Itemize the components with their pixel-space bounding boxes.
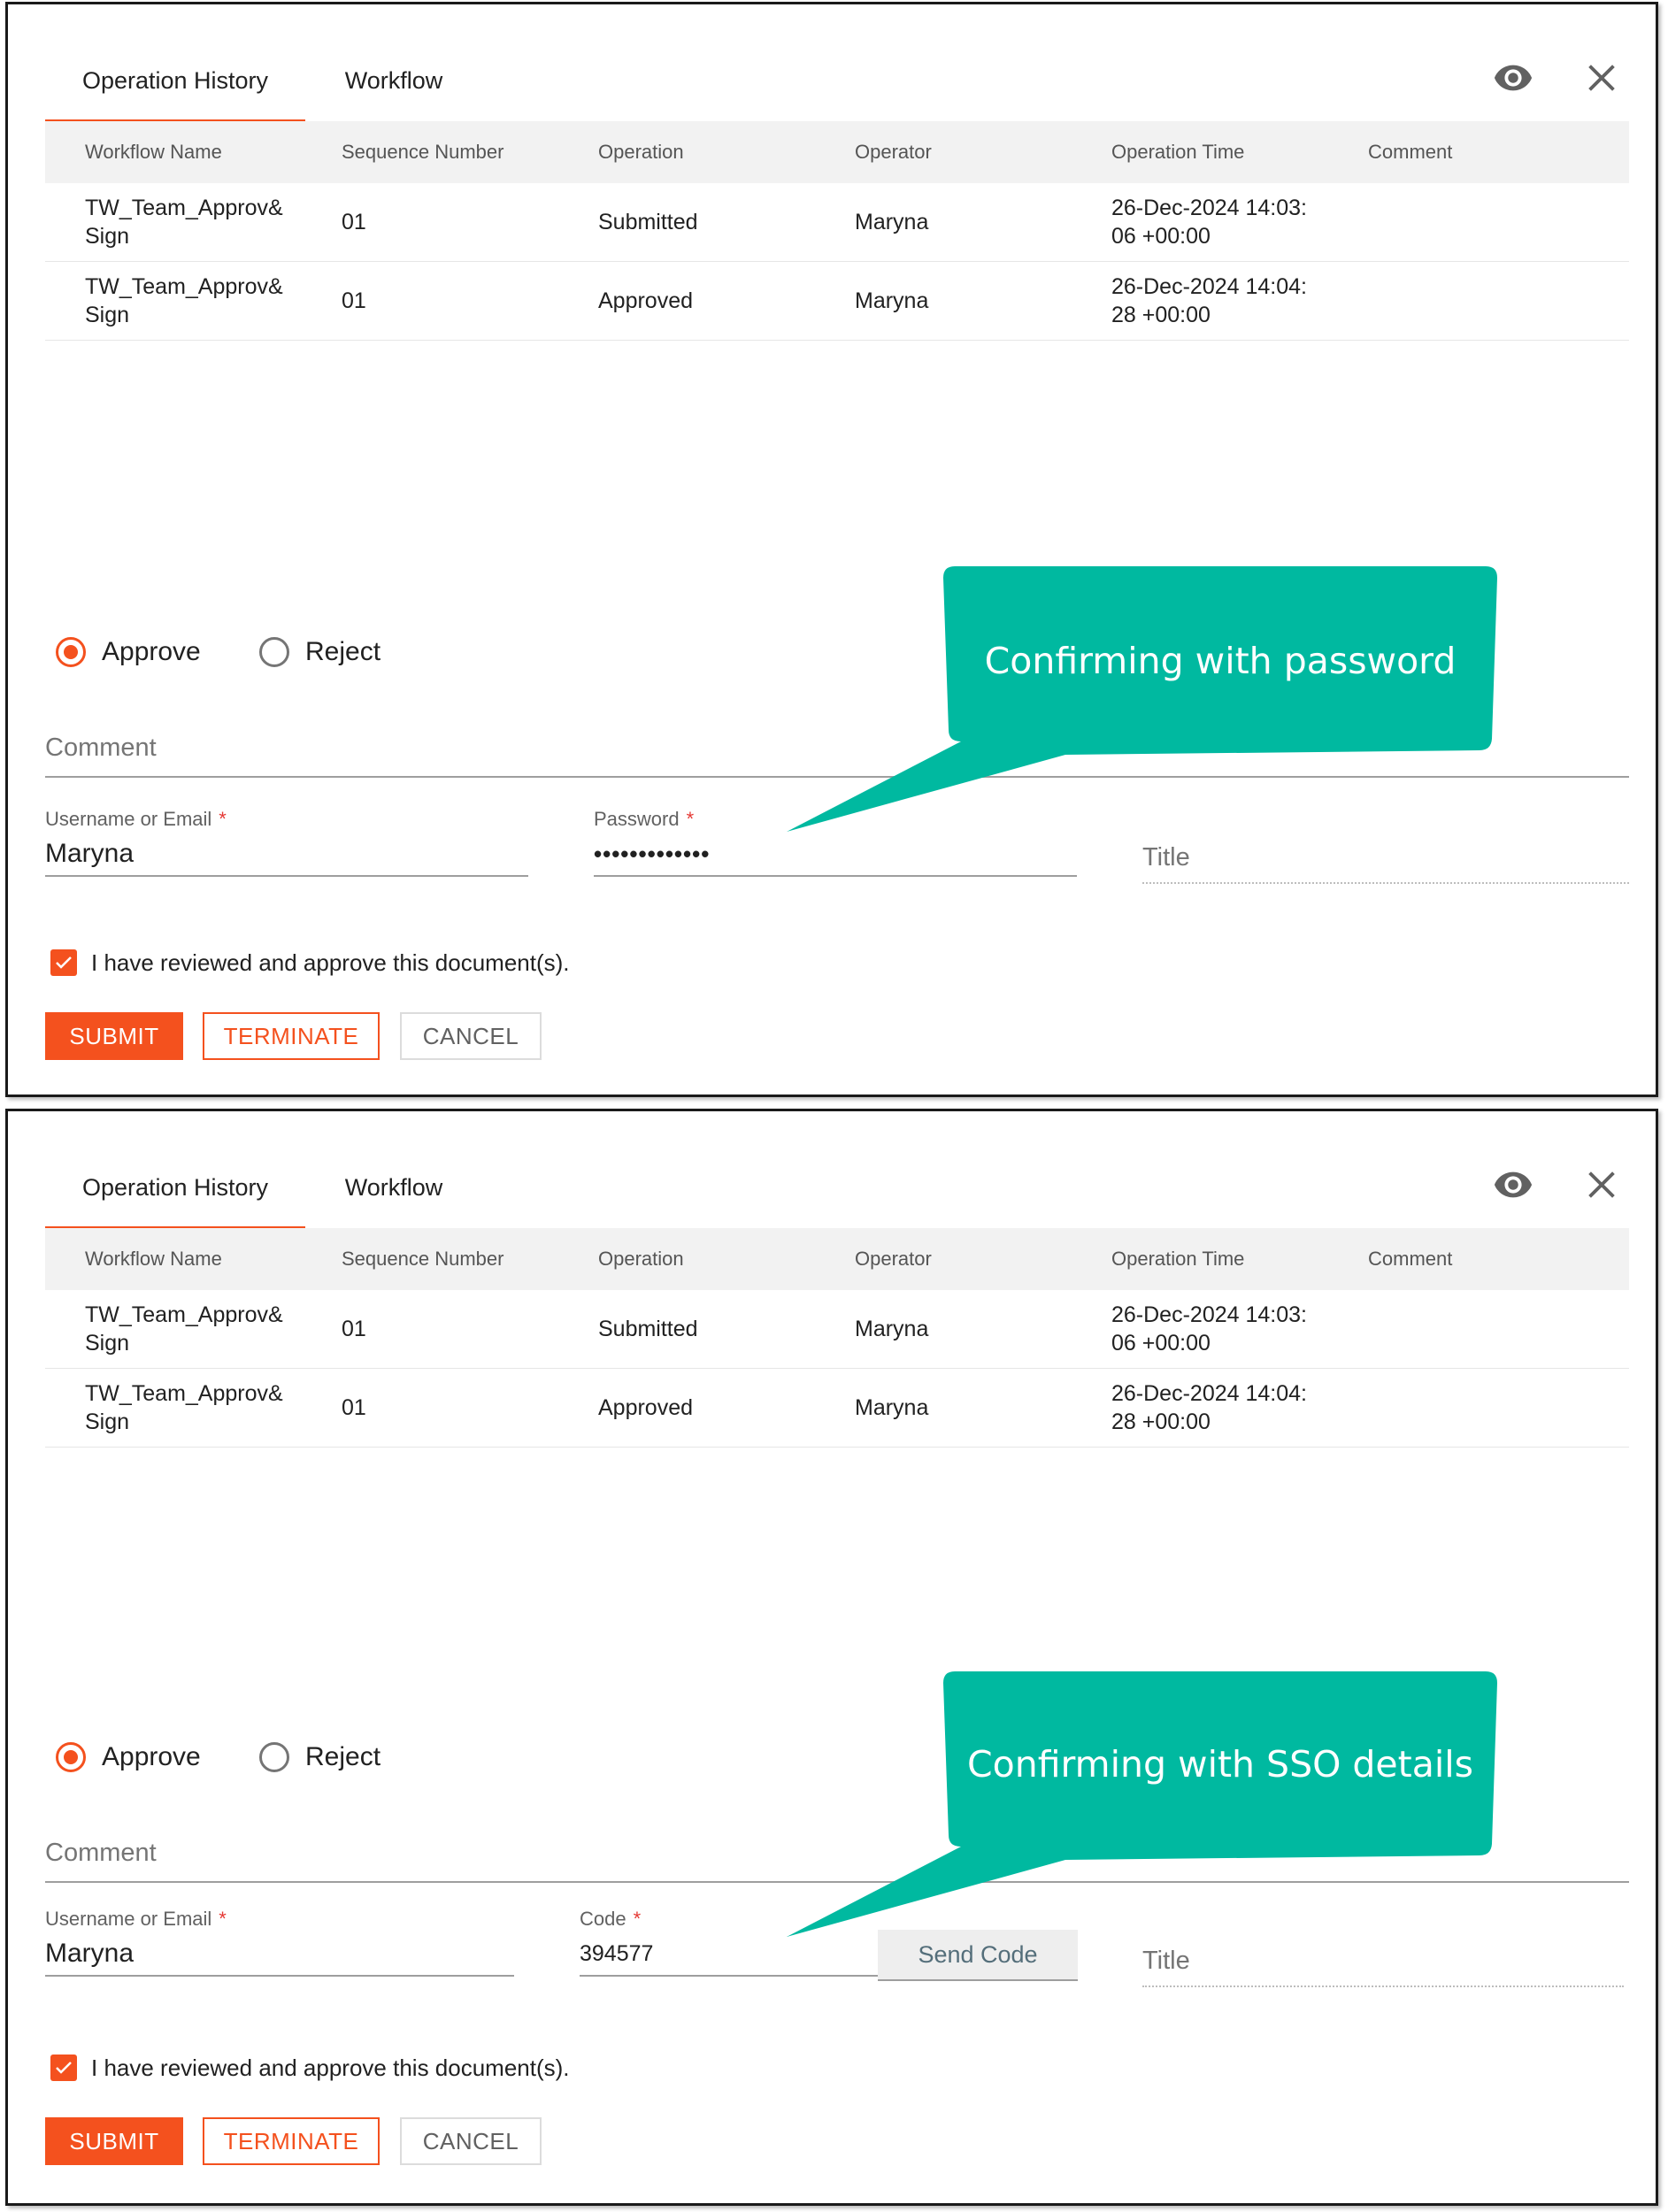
column-header-comment: Comment xyxy=(1368,1248,1453,1270)
table-row: TW_Team_Approv&Sign 01 Approved Maryna 2… xyxy=(45,262,1629,341)
table-row: TW_Team_Approv&Sign 01 Submitted Maryna … xyxy=(45,1290,1629,1369)
reject-radio[interactable]: Reject xyxy=(259,1735,380,1779)
column-header-operation: Operation xyxy=(598,1248,684,1270)
confirm-text: I have reviewed and approve this documen… xyxy=(91,2054,570,2081)
approve-radio[interactable]: Approve xyxy=(56,630,201,674)
column-header-comment: Comment xyxy=(1368,141,1453,163)
cell-operation: Submitted xyxy=(598,1317,698,1341)
column-header-operation-time: Operation Time xyxy=(1111,141,1245,163)
cell-operation-time: 26-Dec-2024 14:03:06 +00:00 xyxy=(1111,196,1307,249)
reject-label: Reject xyxy=(305,637,381,666)
cell-operator: Maryna xyxy=(855,1395,929,1420)
cell-operation-time: 26-Dec-2024 14:04:28 +00:00 xyxy=(1111,274,1307,327)
operation-history-table: Workflow Name Sequence Number Operation … xyxy=(45,121,1629,341)
confirm-checkbox[interactable] xyxy=(50,949,77,976)
callout-text: Confirming with SSO details xyxy=(967,1743,1473,1786)
title-placeholder: Title xyxy=(1142,843,1190,872)
tab-workflow[interactable]: Workflow xyxy=(305,40,482,121)
terminate-button[interactable]: TERMINATE xyxy=(203,1012,380,1060)
eye-icon[interactable] xyxy=(1493,58,1533,98)
cell-sequence-number: 01 xyxy=(342,210,366,234)
tab-operation-history[interactable]: Operation History xyxy=(45,1147,305,1230)
cell-workflow-name: TW_Team_Approv&Sign xyxy=(85,1302,283,1356)
username-input[interactable]: Maryna xyxy=(45,1932,514,1977)
confirm-text: I have reviewed and approve this documen… xyxy=(91,949,570,976)
title-field[interactable]: Title xyxy=(1142,840,1629,884)
operation-history-table: Workflow Name Sequence Number Operation … xyxy=(45,1228,1629,1448)
column-header-operation: Operation xyxy=(598,141,684,163)
radio-circle xyxy=(56,637,86,667)
reject-radio[interactable]: Reject xyxy=(259,630,380,674)
tab-bar: Operation History Workflow xyxy=(45,1147,1629,1230)
cell-operation-time: 26-Dec-2024 14:04:28 +00:00 xyxy=(1111,1381,1307,1434)
approve-radio[interactable]: Approve xyxy=(56,1735,201,1779)
confirm-row: I have reviewed and approve this documen… xyxy=(50,948,570,978)
radio-circle xyxy=(259,637,289,667)
approval-dialog-sso: Operation History Workflow Workflow Name… xyxy=(5,1109,1658,2206)
tab-workflow[interactable]: Workflow xyxy=(305,1147,482,1228)
column-header-sequence-number: Sequence Number xyxy=(342,141,504,163)
column-header-operator: Operator xyxy=(855,141,932,163)
radio-circle xyxy=(56,1742,86,1772)
confirm-row: I have reviewed and approve this documen… xyxy=(50,2053,570,2083)
column-header-operation-time: Operation Time xyxy=(1111,1248,1245,1270)
close-icon[interactable] xyxy=(1581,58,1622,98)
close-icon[interactable] xyxy=(1581,1164,1622,1205)
eye-icon[interactable] xyxy=(1493,1164,1533,1205)
cell-operation-time: 26-Dec-2024 14:03:06 +00:00 xyxy=(1111,1302,1307,1356)
tab-bar: Operation History Workflow xyxy=(45,40,1629,123)
approval-dialog-password: Operation History Workflow Workflow Name… xyxy=(5,2,1658,1097)
confirm-checkbox[interactable] xyxy=(50,2055,77,2081)
check-icon xyxy=(56,956,72,969)
cancel-button[interactable]: CANCEL xyxy=(400,1012,542,1060)
reject-label: Reject xyxy=(305,1742,381,1771)
cell-operation: Approved xyxy=(598,1395,694,1420)
table-header: Workflow Name Sequence Number Operation … xyxy=(45,121,1629,183)
callout-text: Confirming with password xyxy=(984,640,1457,682)
terminate-button[interactable]: TERMINATE xyxy=(203,2117,380,2165)
table-row: TW_Team_Approv&Sign 01 Submitted Maryna … xyxy=(45,183,1629,262)
cancel-button[interactable]: CANCEL xyxy=(400,2117,542,2165)
cell-operator: Maryna xyxy=(855,1317,929,1341)
cell-workflow-name: TW_Team_Approv&Sign xyxy=(85,196,283,249)
cell-sequence-number: 01 xyxy=(342,1395,366,1420)
cell-operator: Maryna xyxy=(855,210,929,234)
username-field[interactable]: Username or Email * Maryna xyxy=(45,1908,514,1977)
column-header-workflow-name: Workflow Name xyxy=(85,1248,222,1270)
column-header-sequence-number: Sequence Number xyxy=(342,1248,504,1270)
username-field[interactable]: Username or Email * Maryna xyxy=(45,808,528,877)
approve-label: Approve xyxy=(102,1742,201,1771)
submit-button[interactable]: SUBMIT xyxy=(45,1012,183,1060)
username-label: Username or Email * xyxy=(45,1908,227,1930)
cell-workflow-name: TW_Team_Approv&Sign xyxy=(85,1381,283,1434)
cell-operation: Approved xyxy=(598,288,694,313)
cell-workflow-name: TW_Team_Approv&Sign xyxy=(85,274,283,327)
radio-circle xyxy=(259,1742,289,1772)
username-input[interactable]: Maryna xyxy=(45,833,528,877)
cell-operation: Submitted xyxy=(598,210,698,234)
username-label: Username or Email * xyxy=(45,808,227,830)
callout-bubble xyxy=(787,1671,1497,1937)
column-header-workflow-name: Workflow Name xyxy=(85,141,222,163)
table-header: Workflow Name Sequence Number Operation … xyxy=(45,1228,1629,1290)
cell-operator: Maryna xyxy=(855,288,929,313)
cell-sequence-number: 01 xyxy=(342,288,366,313)
column-header-operator: Operator xyxy=(855,1248,932,1270)
tab-operation-history[interactable]: Operation History xyxy=(45,40,305,123)
approve-label: Approve xyxy=(102,637,201,666)
table-row: TW_Team_Approv&Sign 01 Approved Maryna 2… xyxy=(45,1369,1629,1448)
cell-sequence-number: 01 xyxy=(342,1317,366,1341)
callout-bubble xyxy=(787,566,1497,832)
check-icon xyxy=(56,2062,72,2074)
submit-button[interactable]: SUBMIT xyxy=(45,2117,183,2165)
